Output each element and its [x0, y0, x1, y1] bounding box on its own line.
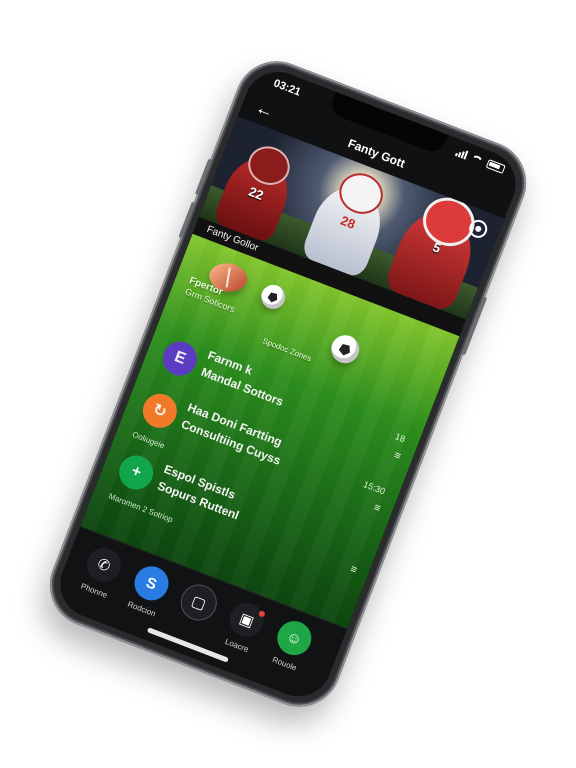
promo-tag: Spodoc Zones [261, 336, 313, 364]
helmet-center-icon [333, 166, 389, 221]
jersey-number-center: 28 [338, 212, 358, 232]
phone-screen: 03:21 ← Fanty Gott 22 28 5 Fanty Gollor … [50, 62, 526, 706]
battery-icon [485, 159, 506, 174]
phone-device: 03:21 ← Fanty Gott 22 28 5 Fanty Gollor … [37, 49, 539, 719]
avatar-orange: ↻ [137, 388, 182, 433]
profile-icon: ☺ [272, 616, 317, 661]
nav-label: Phonne [79, 581, 109, 600]
nav-label: Rouole [271, 655, 298, 673]
menu-icon[interactable]: ≡ [372, 501, 382, 515]
wifi-icon [470, 153, 485, 166]
nav-label: Rodcion [126, 599, 157, 619]
menu-icon[interactable]: ≡ [348, 563, 358, 577]
soccer-ball-icon-large [327, 331, 364, 368]
avatar-green: + [114, 450, 159, 495]
phone-icon: ✆ [81, 543, 126, 588]
s-app-icon: S [129, 561, 174, 606]
jersey-number-left: 22 [246, 183, 266, 204]
menu-icon[interactable]: ≡ [392, 449, 402, 463]
square-icon: ▢ [175, 579, 223, 626]
status-icons [454, 147, 506, 174]
list-item-meta: 15:30 [361, 479, 387, 497]
jersey-number-right: 5 [430, 239, 443, 257]
signal-icon [454, 147, 469, 160]
list-item-meta: 18 [393, 431, 407, 445]
soccer-ball-icon [257, 281, 289, 313]
avatar-purple: E [157, 336, 202, 381]
helmet-left-icon [242, 140, 296, 191]
status-time: 03:21 [271, 77, 303, 99]
calendar-icon: ▣ [224, 597, 269, 642]
